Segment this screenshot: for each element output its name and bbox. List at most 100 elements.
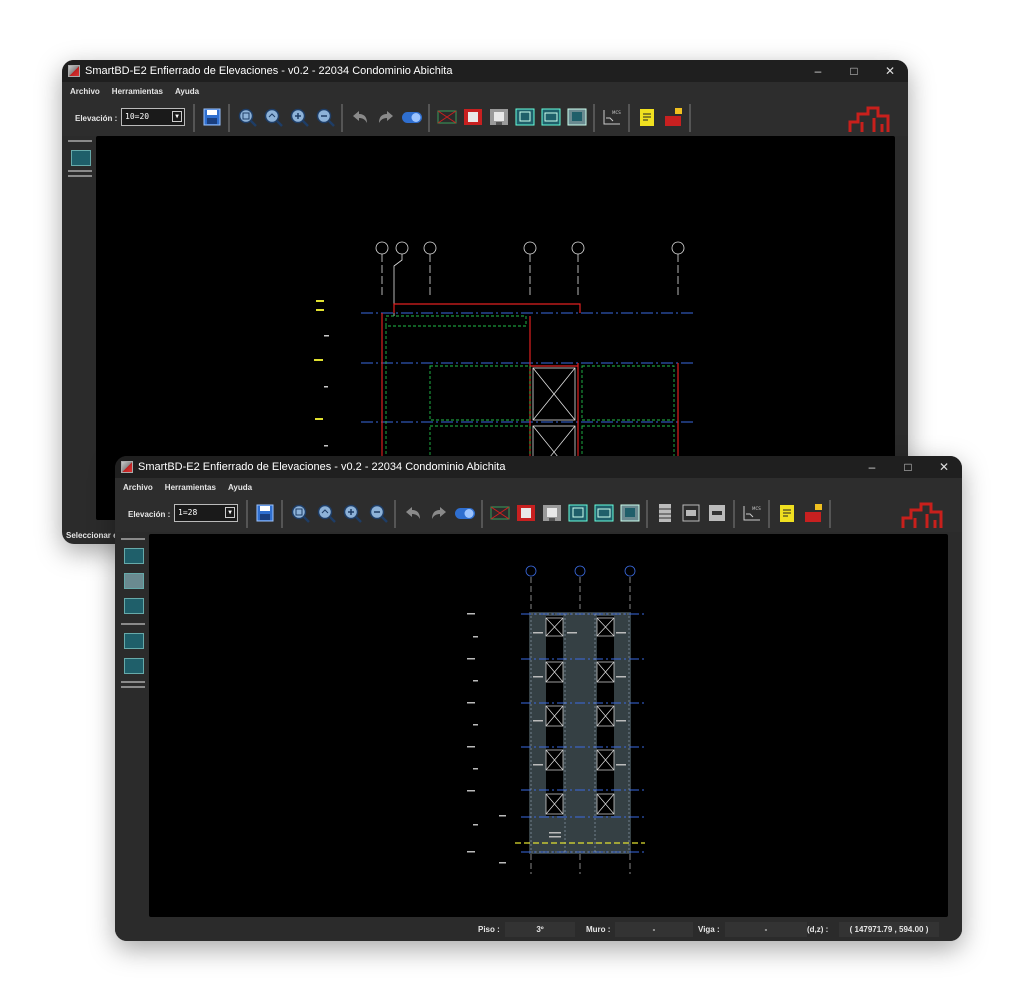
zoom-window-icon[interactable] (315, 502, 337, 524)
panel-cyan3-icon[interactable] (619, 502, 641, 524)
wall-gray-icon[interactable] (488, 106, 510, 128)
elevation-label: Elevación : (128, 510, 171, 519)
menu-ayuda[interactable]: Ayuda (228, 483, 252, 492)
company-logo (901, 502, 943, 528)
toolbar-separator (341, 104, 343, 132)
elevation-label: Elevación : (75, 114, 118, 123)
menu-herramientas[interactable]: Herramientas (112, 87, 163, 96)
menu-archivo[interactable]: Archivo (70, 87, 100, 96)
toolbar-separator (246, 500, 248, 528)
toolbar-separator (193, 104, 195, 132)
wall-x-icon[interactable] (436, 106, 458, 128)
elevation-panel-icon[interactable] (124, 573, 144, 589)
panel-cyan3-icon[interactable] (566, 106, 588, 128)
sidebar-separator (121, 686, 145, 688)
muro-label: Muro : (586, 925, 611, 934)
panel-cyan2-icon[interactable] (593, 502, 615, 524)
app-window-front: SmartBD-E2 Enfierrado de Elevaciones - v… (115, 456, 962, 941)
sidebar-separator (121, 681, 145, 683)
status-bar: Piso : 3º Muro : - Viga : - (d,z) : ( 14… (115, 919, 962, 941)
zoom-extents-icon[interactable] (236, 106, 258, 128)
zoom-out-icon[interactable] (314, 106, 336, 128)
app-logo-icon (68, 65, 80, 77)
minimize-icon[interactable]: – (854, 456, 890, 478)
zoom-in-icon[interactable] (288, 106, 310, 128)
zoom-out-icon[interactable] (367, 502, 389, 524)
zoom-extents-icon[interactable] (289, 502, 311, 524)
window-title: SmartBD-E2 Enfierrado de Elevaciones - v… (138, 461, 506, 473)
redo-icon[interactable] (375, 106, 397, 128)
panel-cyan-icon[interactable] (514, 106, 536, 128)
close-icon[interactable]: ✕ (872, 60, 908, 82)
beam2-icon[interactable] (706, 502, 728, 524)
menu-bar: Archivo Herramientas Ayuda (62, 82, 908, 100)
zoom-in-icon[interactable] (341, 502, 363, 524)
undo-icon[interactable] (402, 502, 424, 524)
dropdown-icon[interactable]: ▼ (225, 507, 235, 518)
elevation-drawing[interactable] (149, 534, 948, 917)
toolbar-separator (481, 500, 483, 528)
menu-bar: Archivo Herramientas Ayuda (115, 478, 962, 496)
company-logo (848, 106, 890, 132)
menu-archivo[interactable]: Archivo (123, 483, 153, 492)
notes-icon[interactable] (636, 106, 658, 128)
save-icon[interactable] (201, 106, 223, 128)
rebar-table-icon[interactable]: MCS (741, 502, 763, 524)
redo-icon[interactable] (428, 502, 450, 524)
menu-ayuda[interactable]: Ayuda (175, 87, 199, 96)
toolbar-separator (281, 500, 283, 528)
save-icon[interactable] (254, 502, 276, 524)
close-icon[interactable]: ✕ (926, 456, 962, 478)
elevation-select[interactable]: 1=28 ▼ (174, 504, 238, 522)
viga-value: - (725, 922, 807, 937)
status-text: Seleccionar e (66, 531, 118, 540)
toolbar-separator (428, 104, 430, 132)
elevation-thumb-icon[interactable] (71, 150, 91, 166)
dropdown-icon[interactable]: ▼ (172, 111, 182, 122)
toolbar-separator (733, 500, 735, 528)
drawing-canvas[interactable] (149, 534, 948, 917)
elevation-select[interactable]: 10=20 ▼ (121, 108, 185, 126)
maximize-icon[interactable]: □ (890, 456, 926, 478)
menu-herramientas[interactable]: Herramientas (165, 483, 216, 492)
report-icon[interactable] (662, 106, 684, 128)
elevation-add-icon[interactable] (124, 598, 144, 614)
wall-red-icon[interactable] (515, 502, 537, 524)
report-icon[interactable] (802, 502, 824, 524)
undo-icon[interactable] (349, 106, 371, 128)
notes-icon[interactable] (776, 502, 798, 524)
sidebar-separator (68, 175, 92, 177)
coord-label: (d,z) : (807, 925, 829, 934)
wall-red-icon[interactable] (462, 106, 484, 128)
beam-icon[interactable] (680, 502, 702, 524)
minimize-icon[interactable]: – (800, 60, 836, 82)
elevation-view-icon[interactable] (124, 548, 144, 564)
toolbar-separator (829, 500, 831, 528)
toolbar-separator (228, 104, 230, 132)
toggle-icon[interactable] (401, 106, 423, 128)
viga-label: Viga : (698, 925, 720, 934)
wall-gray-icon[interactable] (541, 502, 563, 524)
toolbar-separator (646, 500, 648, 528)
toggle-icon[interactable] (454, 502, 476, 524)
toolbar-separator (394, 500, 396, 528)
piso-value: 3º (505, 922, 575, 937)
wall-view2-icon[interactable] (124, 658, 144, 674)
elevation-value: 10=20 (125, 112, 150, 121)
column-icon[interactable] (654, 502, 676, 524)
toolbar-separator (689, 104, 691, 132)
sidebar-separator (68, 170, 92, 172)
panel-cyan2-icon[interactable] (540, 106, 562, 128)
wall-view-icon[interactable] (124, 633, 144, 649)
window-title: SmartBD-E2 Enfierrado de Elevaciones - v… (85, 65, 453, 77)
rebar-table-icon[interactable]: MCS (601, 106, 623, 128)
toolbar: Elevación : 1=28 ▼ MCS (115, 496, 962, 532)
svg-text:MCS: MCS (752, 506, 761, 511)
wall-x-icon[interactable] (489, 502, 511, 524)
zoom-window-icon[interactable] (262, 106, 284, 128)
toolbar-separator (628, 104, 630, 132)
elevation-value: 1=28 (178, 508, 198, 517)
maximize-icon[interactable]: □ (836, 60, 872, 82)
toolbar-separator (768, 500, 770, 528)
panel-cyan-icon[interactable] (567, 502, 589, 524)
